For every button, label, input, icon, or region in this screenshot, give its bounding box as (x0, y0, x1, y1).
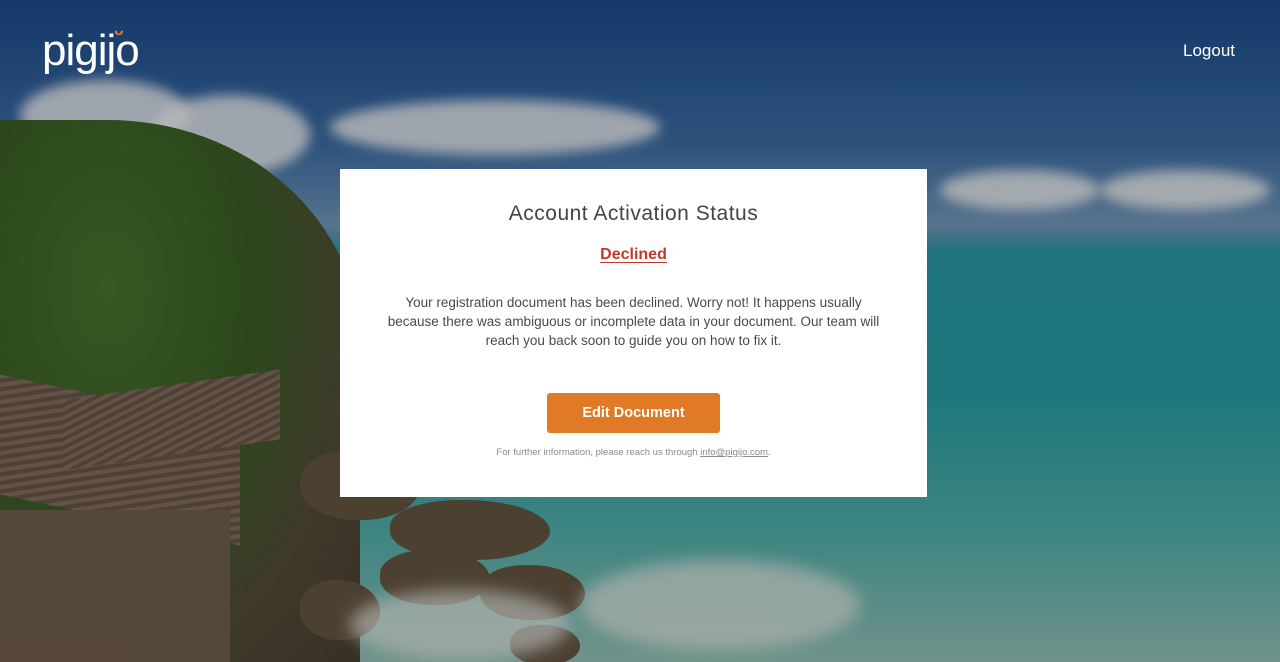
footer-note-text: For further information, please reach us… (496, 447, 701, 458)
decline-message: Your registration document has been decl… (387, 295, 880, 348)
edit-document-button[interactable]: Edit Document (547, 393, 720, 433)
support-email-link[interactable]: info@pigijo.com (700, 447, 768, 458)
logout-link[interactable]: Logout (1183, 41, 1235, 61)
activation-status-card: Account Activation Status Declined Your … (340, 169, 927, 497)
logo-cat-icon: ᴗ (114, 22, 124, 39)
logo-text: pigijo (42, 26, 140, 75)
card-title: Account Activation Status (508, 202, 759, 225)
footer-note-suffix: . (767, 447, 771, 458)
status-badge: Declined (600, 246, 667, 263)
footer-note: For further information, please reach us… (340, 447, 927, 458)
pigijo-logo[interactable]: pigijo ᴗ (42, 22, 162, 82)
